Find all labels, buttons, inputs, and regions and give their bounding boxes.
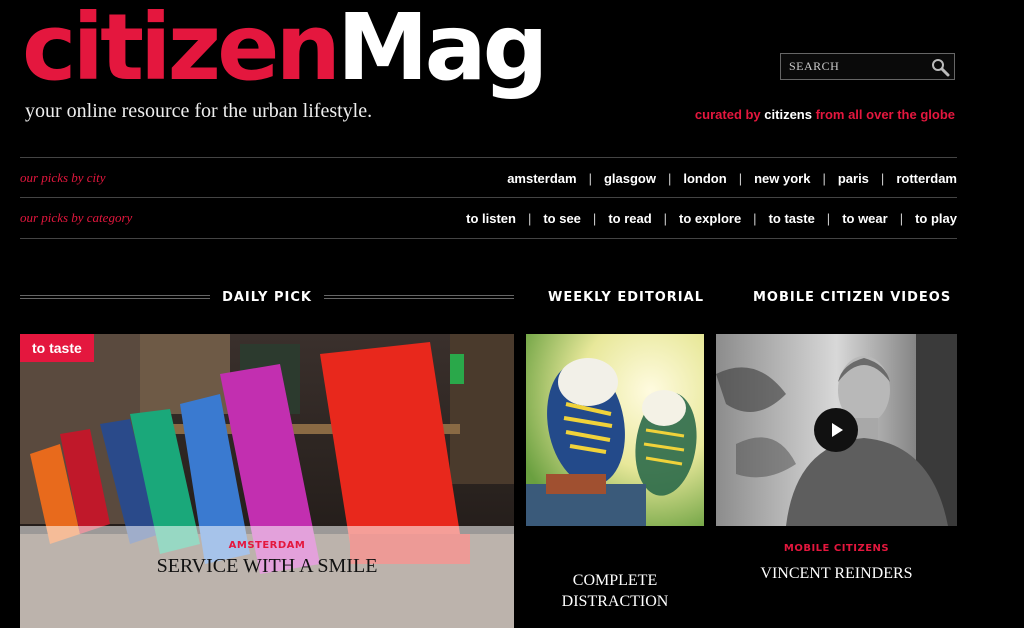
category-link-read[interactable]: to read (608, 211, 651, 226)
logo-citizen: citizen (22, 0, 341, 101)
weekly-editorial-header: WEEKLY EDITORIAL (526, 288, 704, 306)
category-link-wear[interactable]: to wear (842, 211, 888, 226)
play-button[interactable] (814, 408, 858, 452)
logo-mag: Mag (337, 0, 548, 101)
daily-pick-city[interactable]: AMSTERDAM (20, 540, 514, 551)
site-tagline: your online resource for the urban lifes… (25, 100, 373, 122)
city-link-amsterdam[interactable]: amsterdam (507, 171, 576, 186)
nav-city-label: our picks by city (20, 170, 106, 185)
weekly-editorial-caption: COMPLETE DISTRACTION (526, 566, 704, 612)
curated-before: curated by (694, 107, 765, 122)
curated-slogan: curated by citizens from all over the gl… (695, 107, 955, 122)
sneakers-photo (526, 334, 704, 526)
category-links: to listen | to see | to read | to explore | … (466, 210, 957, 226)
videos-title: MOBILE CITIZEN VIDEOS (753, 289, 952, 305)
video-thumbnail[interactable] (716, 334, 957, 526)
curated-after: from all over the globe (811, 107, 955, 122)
city-link-glasgow[interactable]: glasgow (604, 171, 656, 186)
city-link-rotterdam[interactable]: rotterdam (896, 171, 957, 186)
city-links: amsterdam | glasgow | london | new york | pa… (507, 170, 957, 186)
daily-pick-headline[interactable]: SERVICE WITH A SMILE (20, 555, 514, 578)
weekly-editorial-headline-line2[interactable]: DISTRACTION (526, 591, 704, 612)
category-link-listen[interactable]: to listen (466, 211, 516, 226)
search-input[interactable] (789, 59, 919, 74)
daily-pick-card[interactable]: to taste AMSTERDAM SERVICE WITH A SMILE (20, 334, 514, 628)
daily-pick-caption: AMSTERDAM SERVICE WITH A SMILE (20, 526, 514, 628)
divider (20, 238, 957, 239)
videos-header: MOBILE CITIZEN VIDEOS (716, 288, 957, 306)
weekly-editorial-image[interactable] (526, 334, 704, 526)
video-category[interactable]: MOBILE CITIZENS (716, 543, 957, 554)
search-icon[interactable] (930, 57, 950, 77)
category-link-see[interactable]: to see (543, 211, 581, 226)
site-logo[interactable]: citizenMag (22, 2, 549, 94)
category-link-explore[interactable]: to explore (679, 211, 741, 226)
search-box[interactable] (780, 53, 955, 80)
play-icon (832, 423, 843, 437)
daily-pick-header: DAILY PICK (20, 288, 514, 306)
category-link-play[interactable]: to play (915, 211, 957, 226)
nav-by-category: our picks by category to listen | to see |… (20, 198, 957, 238)
video-caption: MOBILE CITIZENS VINCENT REINDERS (716, 543, 957, 584)
video-headline[interactable]: VINCENT REINDERS (716, 563, 957, 584)
city-link-london[interactable]: london (683, 171, 726, 186)
nav-category-label: our picks by category (20, 210, 133, 225)
category-link-taste[interactable]: to taste (769, 211, 815, 226)
weekly-editorial-title: WEEKLY EDITORIAL (548, 289, 704, 305)
category-tag[interactable]: to taste (20, 334, 94, 362)
city-link-new-york[interactable]: new york (754, 171, 810, 186)
city-link-paris[interactable]: paris (838, 171, 869, 186)
weekly-editorial-headline-line1[interactable]: COMPLETE (526, 570, 704, 591)
nav-by-city: our picks by city amsterdam | glasgow | lo… (20, 158, 957, 198)
daily-pick-title: DAILY PICK (222, 289, 312, 305)
curated-highlight: citizens (764, 107, 812, 122)
